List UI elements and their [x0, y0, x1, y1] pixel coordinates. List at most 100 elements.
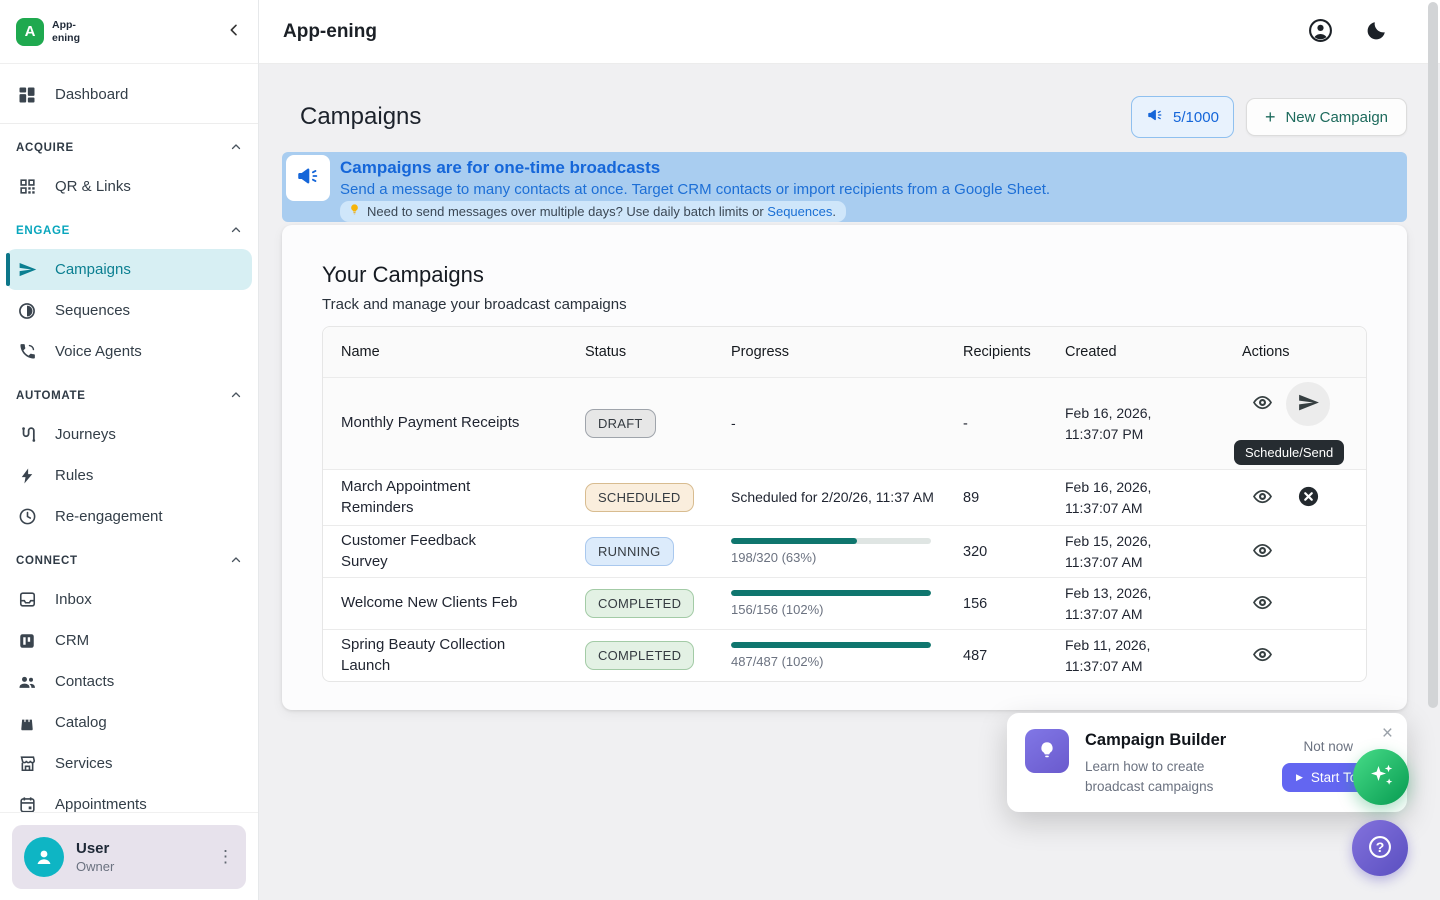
view-button[interactable] — [1252, 644, 1273, 668]
table-row: Customer Feedback Survey RUNNING 198/320… — [323, 525, 1366, 577]
question-mark-icon: ? — [1366, 833, 1394, 864]
help-button[interactable]: ? — [1352, 820, 1408, 876]
col-header-created: Created — [1047, 344, 1224, 360]
dark-mode-toggle[interactable] — [1365, 19, 1388, 45]
progress-fill — [731, 590, 931, 596]
table-row: Spring Beauty Collection Launch COMPLETE… — [323, 629, 1366, 681]
ai-assistant-button[interactable] — [1353, 749, 1409, 805]
account-button[interactable] — [1308, 18, 1333, 46]
chevron-left-icon — [226, 22, 242, 41]
progress-fill — [731, 538, 857, 544]
sidebar-item-catalog[interactable]: Catalog — [0, 702, 258, 743]
megaphone-icon — [1146, 106, 1164, 128]
page-title: Campaigns — [300, 103, 421, 131]
half-circle-icon — [16, 301, 38, 321]
recipients-value: 320 — [945, 544, 1047, 560]
sidebar-item-inbox[interactable]: Inbox — [0, 579, 258, 620]
progress-caption: 198/320 (63%) — [731, 550, 931, 565]
view-button[interactable] — [1252, 592, 1273, 616]
sidebar-logo-row: A App- ening — [0, 0, 258, 64]
plus-icon: + — [1265, 108, 1276, 126]
sidebar-item-journeys[interactable]: Journeys — [0, 414, 258, 455]
cancel-button[interactable] — [1297, 485, 1320, 511]
new-campaign-button[interactable]: + New Campaign — [1246, 98, 1407, 136]
eye-icon — [1252, 644, 1273, 668]
campaign-name: Spring Beauty Collection Launch — [341, 635, 523, 676]
recipients-value: 89 — [945, 490, 1047, 506]
quota-value: 5/1000 — [1173, 109, 1219, 126]
send-icon — [1296, 390, 1321, 418]
sidebar-item-qr-links[interactable]: QR & Links — [0, 166, 258, 207]
lightbulb-icon — [1025, 729, 1069, 773]
sidebar-item-contacts[interactable]: Contacts — [0, 661, 258, 702]
section-connect[interactable]: CONNECT — [0, 543, 258, 579]
sidebar: A App- ening Dashboard ACQUIRE — [0, 0, 259, 900]
section-acquire[interactable]: ACQUIRE — [0, 130, 258, 166]
play-icon: ▶ — [1296, 772, 1303, 783]
sidebar-item-re-engagement[interactable]: Re-engagement — [0, 496, 258, 537]
card-subtitle: Track and manage your broadcast campaign… — [322, 296, 1367, 313]
row-actions — [1224, 485, 1366, 511]
view-button[interactable] — [1252, 540, 1273, 564]
row-actions: Schedule/Send — [1224, 378, 1366, 430]
col-header-status: Status — [567, 344, 713, 360]
view-button[interactable] — [1252, 486, 1273, 510]
dashboard-icon — [16, 85, 38, 105]
route-icon — [16, 425, 38, 444]
user-menu-button[interactable]: ⋮ — [217, 848, 234, 865]
created-value: Feb 11, 2026, 11:37:07 AM — [1065, 635, 1165, 676]
view-button[interactable] — [1252, 392, 1273, 416]
sidebar-collapse-button[interactable] — [226, 22, 242, 41]
section-engage[interactable]: ENGAGE — [0, 213, 258, 249]
campaigns-table: Name Status Progress Recipients Created … — [322, 326, 1367, 682]
sidebar-item-campaigns[interactable]: Campaigns — [6, 249, 252, 290]
sidebar-item-dashboard[interactable]: Dashboard — [0, 74, 258, 115]
col-header-name: Name — [323, 344, 567, 360]
row-actions — [1224, 592, 1366, 616]
phone-icon — [16, 342, 38, 361]
created-value: Feb 16, 2026, 11:37:07 AM — [1065, 477, 1165, 518]
row-actions — [1224, 540, 1366, 564]
page-header-actions: 5/1000 + New Campaign — [1131, 96, 1407, 138]
table-row: Welcome New Clients Feb COMPLETED 156/15… — [323, 577, 1366, 629]
created-value: Feb 13, 2026, 11:37:07 AM — [1065, 583, 1165, 624]
schedule-send-button[interactable] — [1286, 382, 1330, 426]
progress-bar: 487/487 (102%) — [731, 642, 931, 669]
account-circle-icon — [1308, 18, 1333, 46]
status-badge: COMPLETED — [585, 641, 694, 670]
topbar-icons — [1308, 18, 1416, 46]
progress-bar: 198/320 (63%) — [731, 538, 931, 565]
sidebar-item-services[interactable]: Services — [0, 743, 258, 784]
sidebar-footer: User Owner ⋮ — [0, 812, 258, 900]
campaign-quota-badge[interactable]: 5/1000 — [1131, 96, 1234, 138]
storefront-icon — [16, 754, 38, 773]
chevron-up-icon — [230, 224, 242, 239]
shopping-bag-icon — [16, 714, 38, 732]
campaign-name: Monthly Payment Receipts — [341, 413, 519, 433]
sidebar-item-rules[interactable]: Rules — [0, 455, 258, 496]
scrollbar[interactable] — [1428, 2, 1438, 708]
campaign-name: Welcome New Clients Feb — [341, 593, 517, 613]
eye-icon — [1252, 486, 1273, 510]
cancel-circle-icon — [1297, 485, 1320, 511]
sidebar-item-voice-agents[interactable]: Voice Agents — [0, 331, 258, 372]
close-icon[interactable]: × — [1382, 723, 1393, 745]
section-automate[interactable]: AUTOMATE — [0, 378, 258, 414]
sequences-link[interactable]: Sequences — [767, 204, 832, 219]
page-header: Campaigns 5/1000 + New Campaign — [300, 64, 1407, 138]
campaign-name: March Appointment Reminders — [341, 477, 523, 518]
lightning-icon — [16, 467, 38, 485]
recipients-value: 156 — [945, 596, 1047, 612]
sidebar-item-crm[interactable]: CRM — [0, 620, 258, 661]
kanban-icon — [16, 632, 38, 650]
app-title: App-ening — [283, 21, 377, 43]
top-bar: App-ening — [259, 0, 1440, 64]
qr-code-icon — [16, 177, 38, 196]
sidebar-item-sequences[interactable]: Sequences — [0, 290, 258, 331]
banner-tip-text: Need to send messages over multiple days… — [367, 204, 836, 219]
user-card[interactable]: User Owner ⋮ — [12, 825, 246, 889]
send-icon — [16, 259, 38, 280]
not-now-button[interactable]: Not now — [1303, 739, 1353, 754]
card-title: Your Campaigns — [322, 262, 1367, 288]
row-actions — [1224, 644, 1366, 668]
